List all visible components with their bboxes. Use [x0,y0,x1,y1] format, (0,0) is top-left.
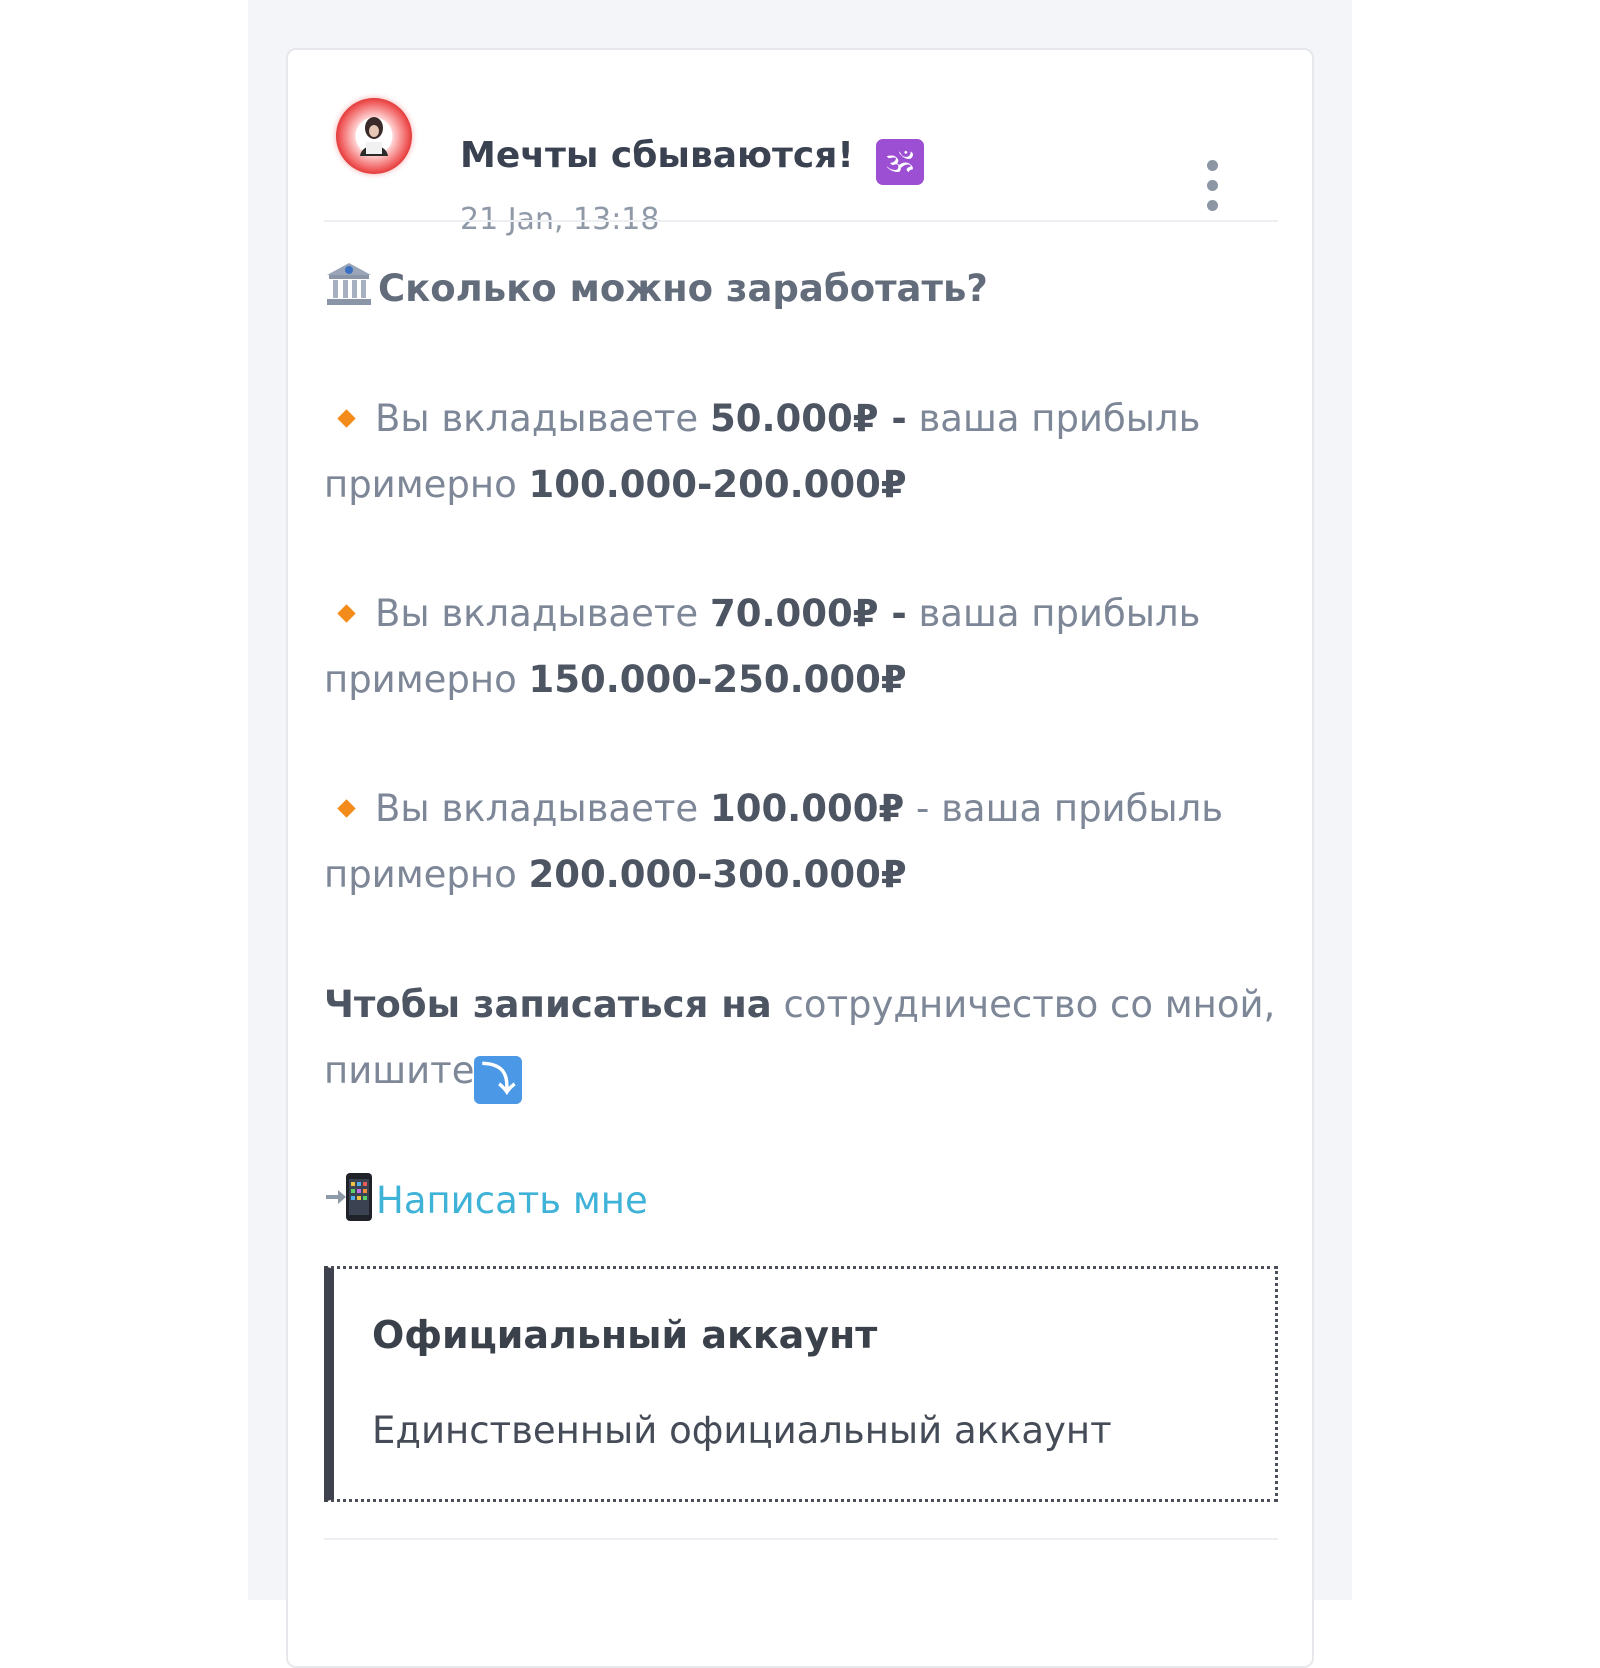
cta-text: Чтобы записаться на сотрудничество со мн… [324,972,1284,1104]
offer-profit: 100.000-200.000₽ [528,463,907,506]
cta-bold: Чтобы записаться на [324,983,772,1026]
offer-profit: 200.000-300.000₽ [528,853,907,896]
om-icon: 🕉 [876,139,925,185]
orange-diamond-icon [337,604,356,623]
phone-with-arrow-icon [324,1171,376,1223]
contact-line: Написать мне [324,1168,1284,1234]
offer-amount: 70.000₽ - [709,592,907,635]
header-divider [324,220,1278,222]
channel-name: Мечты сбываются! [460,135,854,176]
arrow-down-right-icon: ⤵ [474,1056,523,1104]
offer-amount: 50.000₽ - [709,397,907,440]
orange-diamond-icon [337,409,356,428]
write-me-link[interactable]: Написать мне [376,1179,648,1222]
post-heading: Сколько можно заработать? [324,256,1284,322]
more-options-button[interactable] [1198,158,1228,214]
official-account-quote: Официальный аккаунт Единственный официал… [324,1266,1278,1502]
bank-icon [324,261,374,307]
offer-item: Вы вкладываете 50.000₽ - ваша прибыль пр… [324,386,1284,518]
channel-title[interactable]: Мечты сбываются! 🕉 [460,134,925,185]
quote-title: Официальный аккаунт [372,1313,878,1357]
offer-prefix: Вы вкладываете [375,397,710,440]
offer-amount: 100.000₽ [709,787,905,830]
post-card: Мечты сбываются! 🕉 21 Jan, 13:18 Сколько… [286,48,1314,1668]
quote-text: Единственный официальный аккаунт [372,1409,1112,1452]
footer-divider [324,1538,1278,1540]
offer-prefix: Вы вкладываете [375,592,710,635]
orange-diamond-icon [337,799,356,818]
offer-prefix: Вы вкладываете [375,787,710,830]
avatar[interactable] [336,98,412,174]
offer-profit: 150.000-250.000₽ [528,658,907,701]
offer-item: Вы вкладываете 100.000₽ - ваша прибыль п… [324,776,1284,908]
offer-item: Вы вкладываете 70.000₽ - ваша прибыль пр… [324,581,1284,713]
heading-text: Сколько можно заработать? [378,267,988,310]
